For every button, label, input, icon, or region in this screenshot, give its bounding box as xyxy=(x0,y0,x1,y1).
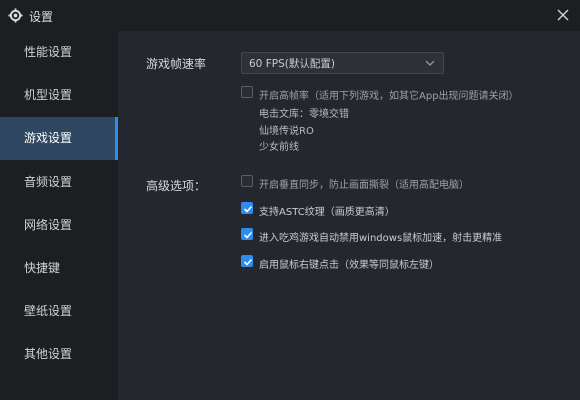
sidebar-item-label: 游戏设置 xyxy=(24,131,73,145)
astc-checkbox[interactable] xyxy=(241,202,253,214)
sidebar-item-label: 机型设置 xyxy=(24,88,73,102)
astc-label: 支持ASTC纹理（画质更高清） xyxy=(259,207,395,218)
sidebar-item-label: 网络设置 xyxy=(24,218,73,232)
sidebar-item-wallpaper[interactable]: 壁纸设置 xyxy=(0,290,118,333)
high-fps-game-2: 仙境传说RO xyxy=(259,126,314,137)
window-title: 设置 xyxy=(29,10,54,24)
sidebar-item-shortcuts[interactable]: 快捷键 xyxy=(0,247,118,290)
check-icon xyxy=(243,205,253,213)
sidebar-item-device[interactable]: 机型设置 xyxy=(0,74,118,117)
sidebar-item-audio[interactable]: 音频设置 xyxy=(0,161,118,204)
settings-sidebar: 性能设置 机型设置 游戏设置 音频设置 网络设置 快捷键 壁纸设置 其他设置 xyxy=(0,31,118,400)
right-click-checkbox[interactable] xyxy=(241,255,253,267)
close-icon[interactable] xyxy=(556,8,570,22)
vsync-label: 开启垂直同步，防止画面撕裂（适用高配电脑） xyxy=(259,180,469,191)
check-icon xyxy=(243,258,253,266)
sidebar-item-network[interactable]: 网络设置 xyxy=(0,204,118,247)
high-fps-checkbox[interactable] xyxy=(241,86,253,98)
mouse-accel-label: 进入吃鸡游戏自动禁用windows鼠标加速，射击更精准 xyxy=(259,233,503,244)
fps-select[interactable]: 60 FPS(默认配置) xyxy=(241,52,444,74)
fps-select-value: 60 FPS(默认配置) xyxy=(249,58,335,70)
vsync-checkbox[interactable] xyxy=(241,175,253,187)
gear-icon xyxy=(8,8,23,23)
title-bar: 设置 xyxy=(0,0,580,31)
sidebar-item-label: 性能设置 xyxy=(24,45,73,59)
chevron-down-icon xyxy=(425,60,435,66)
high-fps-label: 开启高帧率（适用下列游戏，如其它App出现问题请关闭） xyxy=(259,91,519,102)
high-fps-game-3: 少女前线 xyxy=(259,142,299,153)
sidebar-item-label: 其他设置 xyxy=(24,347,73,361)
game-settings-panel: 游戏帧速率 60 FPS(默认配置) 开启高帧率（适用下列游戏，如其它App出现… xyxy=(118,31,580,400)
sidebar-item-label: 快捷键 xyxy=(24,261,61,275)
fps-label: 游戏帧速率 xyxy=(146,57,207,71)
advanced-options-label: 高级选项： xyxy=(146,179,207,193)
sidebar-item-performance[interactable]: 性能设置 xyxy=(0,31,118,74)
sidebar-item-label: 壁纸设置 xyxy=(24,304,73,318)
right-click-label: 启用鼠标右键点击（效果等同鼠标左键） xyxy=(259,260,439,271)
sidebar-item-label: 音频设置 xyxy=(24,175,73,189)
sidebar-item-game[interactable]: 游戏设置 xyxy=(0,117,118,160)
check-icon xyxy=(243,231,253,239)
mouse-accel-checkbox[interactable] xyxy=(241,228,253,240)
high-fps-game-1: 电击文库：零境交错 xyxy=(259,109,349,120)
sidebar-item-other[interactable]: 其他设置 xyxy=(0,333,118,376)
